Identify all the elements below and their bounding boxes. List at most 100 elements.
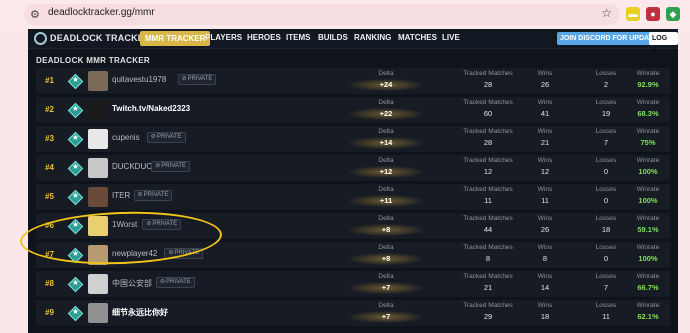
delta-value: +12 (379, 167, 393, 176)
delta-label: Delta (378, 215, 394, 222)
wins-value: 41 (540, 109, 550, 118)
rank-number: #2 (45, 105, 54, 114)
table-row[interactable]: #3 ★ cupenis ⊘PRIVATE Delta +14 Tracked Matche… (36, 126, 670, 153)
eye-off-icon: ⊘ (137, 192, 143, 198)
rank-number: #1 (45, 76, 54, 85)
nav-items[interactable]: ITEMS (286, 33, 310, 42)
wins-value: 18 (540, 312, 550, 321)
nav-live[interactable]: LIVE (442, 33, 460, 42)
login-button[interactable]: LOG IN (649, 32, 678, 55)
bookmark-star-icon[interactable]: ☆ (601, 6, 612, 20)
private-label: PRIVATE (156, 134, 182, 140)
rank-number: #5 (45, 192, 54, 201)
table-row[interactable]: #4 ★ DUCKDUCK ⊘PRIVATE Delta +12 Tracked Match… (36, 155, 670, 182)
nav-mmr-tracker[interactable]: MMR TRACKER (140, 31, 211, 46)
url-text[interactable]: deadlocktracker.gg/mmr (48, 7, 155, 18)
site-logo-text[interactable]: DEADLOCK TRACKER (50, 33, 151, 43)
table-row[interactable]: #2 ★ Twitch.tv/Naked2323 Delta +22 Tracked Ma… (36, 97, 670, 124)
delta-label: Delta (378, 128, 394, 135)
table-row[interactable]: #9 ★ 细节永远比你好 Delta +7 Tracked Matches 29 Wins 18… (36, 300, 670, 327)
delta-label: Delta (378, 99, 394, 106)
wins-label: Wins (537, 186, 553, 193)
private-label: PRIVATE (166, 279, 191, 285)
delta-value: +8 (381, 254, 391, 263)
nav-heroes[interactable]: HEROES (247, 33, 281, 42)
table-row[interactable]: #1 ★ quitavestu1978 ⊘PRIVATE Delta +24 Tracked… (36, 68, 670, 95)
avatar[interactable] (88, 100, 108, 120)
private-badge: ⊘PRIVATE (151, 161, 191, 172)
winrate-value: 62.1% (637, 312, 659, 321)
top-navigation: DEADLOCK TRACKER MMR TRACKER PLAYERS HER… (28, 29, 678, 55)
winrate-label: Winrate (636, 186, 660, 193)
browser-toolbar: ⚙ deadlocktracker.gg/mmr ☆ ▬ ● ◆ (0, 0, 690, 29)
extension-icon[interactable]: ◆ (666, 7, 680, 21)
nav-builds[interactable]: BUILDS (318, 33, 348, 42)
private-label: PRIVATE (161, 163, 187, 169)
winrate-label: Winrate (636, 215, 660, 222)
site-settings-icon[interactable]: ⚙ (30, 8, 43, 21)
rank-number: #3 (45, 134, 54, 143)
rank-badge-icon: ★ (67, 131, 84, 148)
delta-label: Delta (378, 244, 394, 251)
winrate-value: 66.7% (637, 283, 659, 292)
extension-icon[interactable]: ▬ (626, 7, 640, 21)
extension-icon[interactable]: ● (646, 7, 660, 21)
player-name[interactable]: ITER (112, 191, 130, 200)
avatar[interactable] (88, 187, 108, 207)
player-name[interactable]: 细节永远比你好 (112, 307, 168, 318)
winrate-value: 68.3% (637, 109, 659, 118)
avatar[interactable] (88, 303, 108, 323)
wins-value: 26 (540, 225, 550, 234)
wins-value: 21 (540, 138, 550, 147)
rank-badge-icon: ★ (67, 102, 84, 119)
wins-label: Wins (537, 215, 553, 222)
nav-players[interactable]: PLAYERS (205, 33, 242, 42)
page-title: DEADLOCK MMR TRACKER (36, 56, 150, 65)
nav-ranking[interactable]: RANKING (354, 33, 391, 42)
private-label: PRIVATE (187, 76, 213, 82)
winrate-label: Winrate (636, 70, 660, 77)
winrate-label: Winrate (636, 157, 660, 164)
private-badge: ⊘PRIVATE (146, 132, 186, 143)
avatar[interactable] (88, 158, 108, 178)
avatar[interactable] (88, 71, 108, 91)
player-name[interactable]: 中国公安部 (112, 278, 152, 289)
site-content: DEADLOCK TRACKER MMR TRACKER PLAYERS HER… (28, 29, 678, 333)
avatar[interactable] (88, 274, 108, 294)
private-badge: ⊘PRIVATE (177, 74, 217, 85)
delta-value: +7 (381, 283, 391, 292)
delta-value: +24 (379, 80, 393, 89)
star-icon: ★ (71, 307, 80, 316)
star-icon: ★ (71, 75, 80, 84)
winrate-value: 75% (640, 138, 656, 147)
player-name[interactable]: cupenis (112, 133, 140, 142)
wins-label: Wins (537, 99, 553, 106)
wins-label: Wins (537, 157, 553, 164)
player-name[interactable]: quitavestu1978 (112, 75, 166, 84)
avatar[interactable] (88, 129, 108, 149)
wins-label: Wins (537, 128, 553, 135)
winrate-label: Winrate (636, 273, 660, 280)
wins-value: 11 (541, 196, 549, 205)
rank-badge-icon: ★ (67, 160, 84, 177)
winrate-value: 100% (638, 196, 658, 205)
wins-value: 12 (540, 167, 550, 176)
logo-icon[interactable] (34, 32, 47, 45)
delta-value: +11 (379, 196, 393, 205)
delta-label: Delta (378, 70, 394, 77)
table-row[interactable]: #8 ★ 中国公安部 ⊘PRIVATE Delta +7 Tracked Matches 21… (36, 271, 670, 298)
winrate-label: Winrate (636, 99, 660, 106)
winrate-value: 100% (638, 254, 658, 263)
delta-value: +8 (381, 225, 391, 234)
player-name[interactable]: Twitch.tv/Naked2323 (112, 104, 190, 113)
address-bar[interactable]: ⚙ deadlocktracker.gg/mmr ☆ (24, 4, 620, 25)
wins-label: Wins (537, 273, 553, 280)
table-row[interactable]: #5 ★ ITER ⊘PRIVATE Delta +11 Tracked Matches 11… (36, 184, 670, 211)
delta-label: Delta (378, 302, 394, 309)
nav-matches[interactable]: MATCHES (398, 33, 437, 42)
private-badge: ⊘PRIVATE (156, 277, 195, 288)
winrate-value: 92.9% (637, 80, 659, 89)
wins-value: 14 (540, 283, 550, 292)
delta-value: +7 (381, 312, 391, 321)
delta-value: +14 (379, 138, 393, 147)
